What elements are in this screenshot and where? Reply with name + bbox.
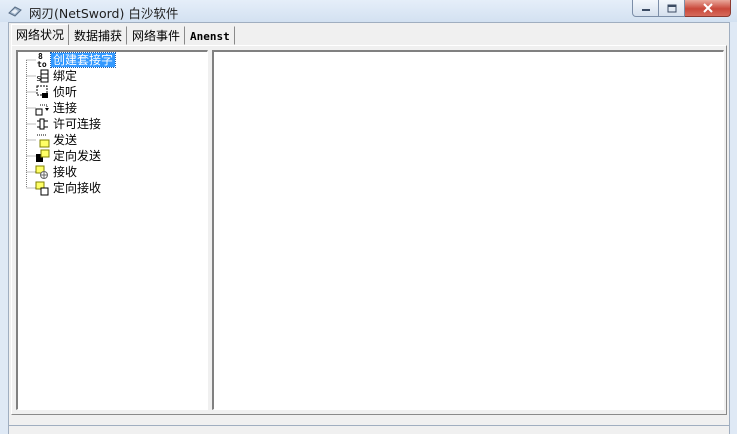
tree-item-label: 定向发送 bbox=[53, 149, 102, 163]
sendto-icon bbox=[36, 149, 50, 162]
accept-icon bbox=[37, 118, 48, 130]
status-bar bbox=[8, 426, 730, 434]
tree-item-recvfrom[interactable]: 定向接收 bbox=[28, 180, 103, 196]
operation-tree[interactable]: 8 to 创建套接字 s 绑定 侦听 连接 许可连接 发送 定向发送 接收 定向… bbox=[16, 50, 208, 410]
tree-item-label: 发送 bbox=[53, 133, 78, 147]
tree-item-listen[interactable]: 侦听 bbox=[28, 84, 79, 100]
maximize-icon bbox=[667, 4, 676, 12]
bind-icon: s bbox=[36, 69, 49, 84]
tree-item-accept[interactable]: 许可连接 bbox=[28, 116, 103, 132]
maximize-button[interactable] bbox=[659, 0, 685, 17]
recvfrom-icon bbox=[35, 181, 49, 196]
tree-item-label: 接收 bbox=[53, 165, 78, 179]
tab-data-capture[interactable]: 数据捕获 bbox=[69, 26, 128, 45]
window-title: 网刃(NetSword) 白沙软件 bbox=[29, 6, 179, 21]
close-icon bbox=[702, 3, 713, 13]
tab-network-events[interactable]: 网络事件 bbox=[127, 26, 186, 45]
tree-item-bind[interactable]: s 绑定 bbox=[28, 68, 79, 84]
tree-item-send[interactable]: 发送 bbox=[28, 132, 79, 148]
tree-item-create-socket[interactable]: 8 to 创建套接字 bbox=[28, 52, 117, 68]
tab-panel: 8 to 创建套接字 s 绑定 侦听 连接 许可连接 发送 定向发送 接收 定向… bbox=[11, 45, 727, 415]
svg-text:to: to bbox=[37, 60, 47, 68]
tree-item-label: 创建套接字 bbox=[49, 52, 117, 68]
create-socket-icon: 8 to bbox=[37, 52, 47, 68]
listen-icon bbox=[36, 85, 48, 98]
client-area: 网络状况 数据捕获 网络事件 Anenst 8 to 创建套接字 s 绑定 侦听… bbox=[8, 22, 730, 426]
connect-icon bbox=[35, 104, 49, 116]
minimize-icon bbox=[641, 9, 650, 11]
send-icon bbox=[37, 134, 50, 148]
title-bar[interactable]: 网刃(NetSword) 白沙软件 bbox=[0, 0, 737, 22]
tab-network-status[interactable]: 网络状况 bbox=[11, 24, 70, 45]
tree-item-label: 许可连接 bbox=[53, 117, 102, 131]
tab-strip: 网络状况 数据捕获 网络事件 Anenst bbox=[11, 24, 235, 46]
detail-pane[interactable] bbox=[212, 50, 724, 410]
tree-item-receive[interactable]: 接收 bbox=[28, 164, 79, 180]
netsword-app-icon bbox=[8, 6, 22, 17]
tree-item-label: 侦听 bbox=[53, 85, 78, 99]
tree-item-connect[interactable]: 连接 bbox=[28, 100, 79, 116]
tab-anenst[interactable]: Anenst bbox=[185, 26, 235, 45]
tree-item-label: 绑定 bbox=[53, 69, 78, 83]
minimize-button[interactable] bbox=[632, 0, 659, 17]
caption-buttons bbox=[632, 0, 731, 18]
tree-item-label: 连接 bbox=[53, 101, 78, 115]
close-button[interactable] bbox=[685, 0, 731, 17]
tree-item-sendto[interactable]: 定向发送 bbox=[28, 148, 103, 164]
receive-icon bbox=[35, 165, 48, 179]
svg-text:s: s bbox=[36, 74, 41, 84]
tree-item-label: 定向接收 bbox=[53, 181, 102, 195]
